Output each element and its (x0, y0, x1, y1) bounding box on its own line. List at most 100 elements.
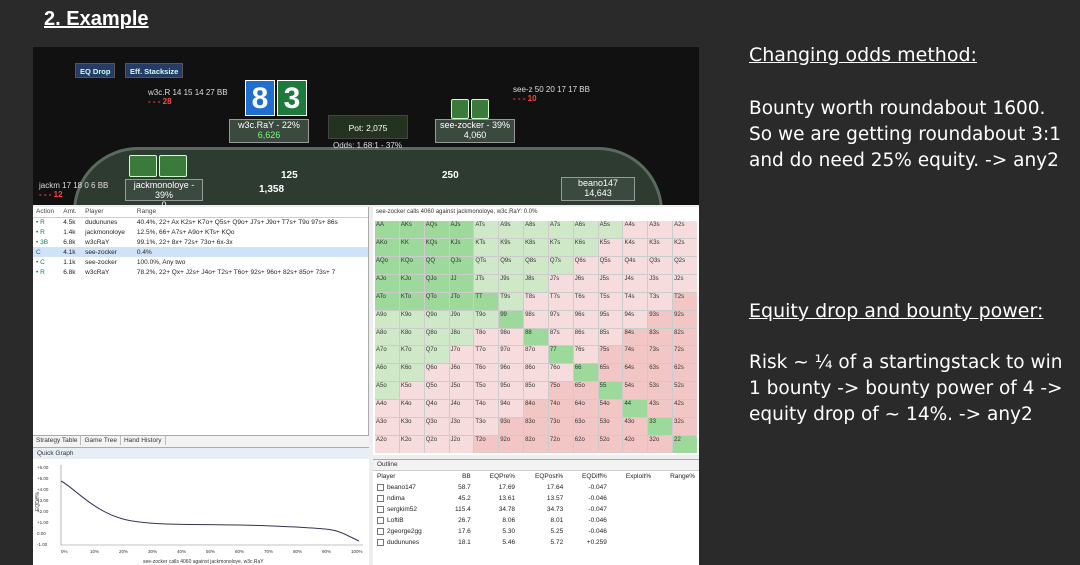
matrix-cell[interactable]: A2o (375, 436, 399, 453)
outline-row[interactable]: LoftiB 26.7 8.06 8.01 -0.046 (373, 515, 699, 526)
matrix-cell[interactable]: JTo (449, 292, 474, 310)
matrix-cell[interactable]: K6s (573, 238, 598, 256)
matrix-cell[interactable]: 84o (524, 400, 548, 418)
matrix-cell[interactable]: 44 (623, 400, 648, 418)
matrix-cell[interactable]: A7s (548, 221, 573, 238)
hero-seat[interactable]: w3c.RaY - 22% 6,626 (229, 119, 309, 143)
matrix-cell[interactable]: AA (375, 221, 399, 238)
matrix-cell[interactable]: A5o (375, 382, 399, 400)
matrix-cell[interactable]: Q7s (548, 256, 573, 274)
matrix-cell[interactable]: K7o (399, 346, 424, 364)
matrix-cell[interactable]: 83s (648, 328, 673, 346)
matrix-cell[interactable]: Q5o (424, 382, 449, 400)
matrix-cell[interactable]: J5o (449, 382, 474, 400)
matrix-cell[interactable]: A5s (598, 221, 623, 238)
matrix-cell[interactable]: T6s (573, 292, 598, 310)
matrix-cell[interactable]: J4o (449, 400, 474, 418)
matrix-cell[interactable]: Q7o (424, 346, 449, 364)
player-checkbox[interactable] (377, 538, 384, 546)
matrix-cell[interactable]: T2s (673, 292, 697, 310)
matrix-cell[interactable]: 97o (499, 346, 524, 364)
matrix-cell[interactable]: Q3s (648, 256, 673, 274)
matrix-cell[interactable]: K2o (399, 436, 424, 453)
matrix-cell[interactable]: 53s (648, 382, 673, 400)
matrix-cell[interactable]: A3s (648, 221, 673, 238)
matrix-cell[interactable]: 43o (623, 418, 648, 436)
matrix-cell[interactable]: ATo (375, 292, 399, 310)
matrix-cell[interactable]: AJo (375, 274, 399, 292)
eq-drop-button[interactable]: EQ Drop (75, 63, 116, 78)
matrix-cell[interactable]: 76s (573, 346, 598, 364)
matrix-cell[interactable]: Q4o (424, 400, 449, 418)
matrix-cell[interactable]: 22 (673, 436, 697, 453)
matrix-cell[interactable]: K7s (548, 238, 573, 256)
matrix-cell[interactable]: T5s (598, 292, 623, 310)
matrix-cell[interactable]: A6s (573, 221, 598, 238)
matrix-cell[interactable]: T7o (474, 346, 499, 364)
matrix-cell[interactable]: A6o (375, 364, 399, 382)
villain-seat[interactable]: see-zocker - 39% 4,060 (435, 119, 515, 143)
matrix-cell[interactable]: A9s (499, 221, 524, 238)
matrix-cell[interactable]: T2o (474, 436, 499, 453)
quick-graph-header[interactable]: Quick Graph (33, 447, 369, 459)
matrix-cell[interactable]: ATs (474, 221, 499, 238)
matrix-cell[interactable]: 42s (673, 400, 697, 418)
matrix-cell[interactable]: 95s (598, 310, 623, 328)
matrix-cell[interactable]: T7s (548, 292, 573, 310)
matrix-cell[interactable]: 52s (673, 382, 697, 400)
matrix-cell[interactable]: 66 (573, 364, 598, 382)
matrix-cell[interactable]: K3o (399, 418, 424, 436)
matrix-cell[interactable]: A9o (375, 310, 399, 328)
matrix-cell[interactable]: 32s (673, 418, 697, 436)
matrix-cell[interactable]: T5o (474, 382, 499, 400)
matrix-cell[interactable]: K9o (399, 310, 424, 328)
eff-stacksize-button[interactable]: Eff. Stacksize (125, 63, 184, 78)
matrix-cell[interactable]: 54s (623, 382, 648, 400)
matrix-cell[interactable]: 76o (548, 364, 573, 382)
matrix-cell[interactable]: Q8o (424, 328, 449, 346)
action-row[interactable]: • R 1.4k jackmonoloye 12.5%, 66+ A7s+ A9o+ … (33, 227, 368, 237)
matrix-cell[interactable]: A8o (375, 328, 399, 346)
action-row[interactable]: C 4.1k see-zocker 0.4% (33, 247, 368, 257)
matrix-cell[interactable]: QTs (474, 256, 499, 274)
action-row[interactable]: • C 1.1k see-zocker 100.0%, Any two (33, 257, 368, 267)
matrix-cell[interactable]: J7s (548, 274, 573, 292)
matrix-cell[interactable]: J6s (573, 274, 598, 292)
outline-row[interactable]: 2george2gg 17.6 5.30 5.25 -0.046 (373, 526, 699, 537)
matrix-cell[interactable]: 86s (573, 328, 598, 346)
matrix-cell[interactable]: JJ (449, 274, 474, 292)
matrix-cell[interactable]: 82o (524, 436, 548, 453)
matrix-cell[interactable]: A3o (375, 418, 399, 436)
matrix-cell[interactable]: Q9s (499, 256, 524, 274)
matrix-cell[interactable]: 75o (548, 382, 573, 400)
matrix-cell[interactable]: J3s (648, 274, 673, 292)
matrix-cell[interactable]: 88 (524, 328, 548, 346)
matrix-cell[interactable]: Q4s (623, 256, 648, 274)
matrix-cell[interactable]: 95o (499, 382, 524, 400)
tab-game-tree[interactable]: Game Tree (81, 436, 121, 445)
matrix-cell[interactable]: T3s (648, 292, 673, 310)
matrix-cell[interactable]: 65s (598, 364, 623, 382)
matrix-cell[interactable]: TT (474, 292, 499, 310)
matrix-cell[interactable]: A4s (623, 221, 648, 238)
matrix-cell[interactable]: 62o (573, 436, 598, 453)
matrix-cell[interactable]: KQo (399, 256, 424, 274)
tab-strategy-table[interactable]: Strategy Table (33, 436, 82, 445)
matrix-cell[interactable]: K5o (399, 382, 424, 400)
matrix-cell[interactable]: Q5s (598, 256, 623, 274)
outline-tab[interactable]: Outline (373, 460, 699, 471)
outline-row[interactable]: dudununes 18.1 5.46 5.72 +0.259 (373, 537, 699, 548)
matrix-cell[interactable]: AKs (399, 221, 424, 238)
matrix-cell[interactable]: J8s (524, 274, 548, 292)
matrix-cell[interactable]: J9s (499, 274, 524, 292)
matrix-cell[interactable]: A7o (375, 346, 399, 364)
matrix-cell[interactable]: 73s (648, 346, 673, 364)
matrix-cell[interactable]: Q3o (424, 418, 449, 436)
matrix-cell[interactable]: 93o (499, 418, 524, 436)
matrix-cell[interactable]: J2o (449, 436, 474, 453)
matrix-cell[interactable]: 42o (623, 436, 648, 453)
matrix-cell[interactable]: 84s (623, 328, 648, 346)
matrix-cell[interactable]: 32o (648, 436, 673, 453)
matrix-cell[interactable]: QQ (424, 256, 449, 274)
matrix-cell[interactable]: J9o (449, 310, 474, 328)
